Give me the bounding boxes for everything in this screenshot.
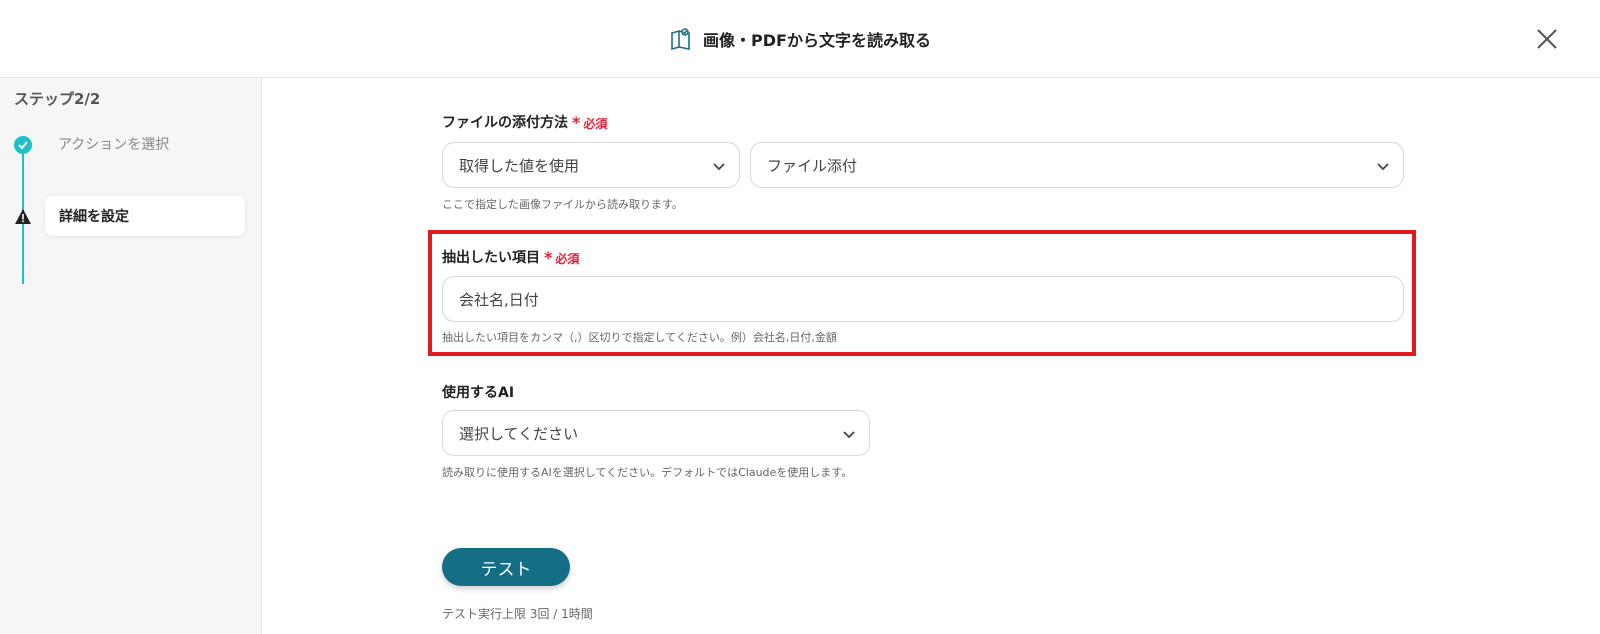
book-page-icon [669, 27, 693, 51]
file-attach-select[interactable]: ファイル添付 [750, 142, 1404, 188]
test-button[interactable]: テスト [442, 548, 570, 586]
required-badge: * 必須 [544, 247, 580, 267]
ai-label: 使用するAI [442, 382, 514, 402]
ai-select-value: 選択してください [459, 424, 579, 443]
step-label-details: 詳細を設定 [59, 209, 129, 225]
test-limit-text: テスト実行上限 3回 / 1時間 [442, 607, 593, 621]
extract-items-label-text: 抽出したい項目 [442, 250, 540, 266]
extract-items-input[interactable]: 会社名,日付 [442, 276, 1404, 322]
close-icon [1537, 29, 1557, 49]
file-attach-value: ファイル添付 [767, 156, 858, 175]
warning-icon [14, 208, 32, 226]
chevron-down-icon [843, 431, 855, 439]
ai-label-text: 使用するAI [442, 385, 515, 401]
required-text: 必須 [555, 251, 580, 266]
extract-items-help: 抽出したい項目をカンマ（,）区切りで指定してください。例）会社名,日付,金額 [442, 331, 837, 344]
extract-items-value: 会社名,日付 [459, 290, 539, 309]
ai-select[interactable]: 選択してください [442, 410, 870, 456]
file-method-label: ファイルの添付方法 * 必須 [442, 112, 607, 132]
modal-header: 画像・PDFから文字を読み取る [0, 0, 1600, 78]
extract-items-label: 抽出したい項目 * 必須 [442, 247, 579, 267]
steps-sidebar: ステップ2/2 アクションを選択 詳細を設定 [0, 78, 262, 634]
step-item-details[interactable]: 詳細を設定 [45, 196, 245, 236]
modal-title: 画像・PDFから文字を読み取る [0, 26, 1600, 52]
step-count: ステップ2/2 [14, 90, 101, 108]
file-source-select[interactable]: 取得した値を使用 [442, 142, 740, 188]
ai-help: 読み取りに使用するAIを選択してください。デフォルトではClaudeを使用します… [442, 466, 853, 479]
required-badge: * 必須 [572, 112, 608, 132]
file-method-label-text: ファイルの添付方法 [442, 115, 568, 131]
file-method-help: ここで指定した画像ファイルから読み取ります。 [442, 198, 683, 211]
file-source-value: 取得した値を使用 [459, 156, 580, 175]
required-text: 必須 [583, 116, 608, 131]
modal-title-text: 画像・PDFから文字を読み取る [703, 31, 931, 50]
chevron-down-icon [713, 163, 725, 171]
check-circle-icon [14, 136, 32, 154]
step-label-select-action[interactable]: アクションを選択 [58, 134, 169, 154]
step-item-select-action[interactable] [14, 132, 32, 158]
close-button[interactable] [1534, 26, 1560, 52]
chevron-down-icon [1377, 163, 1389, 171]
